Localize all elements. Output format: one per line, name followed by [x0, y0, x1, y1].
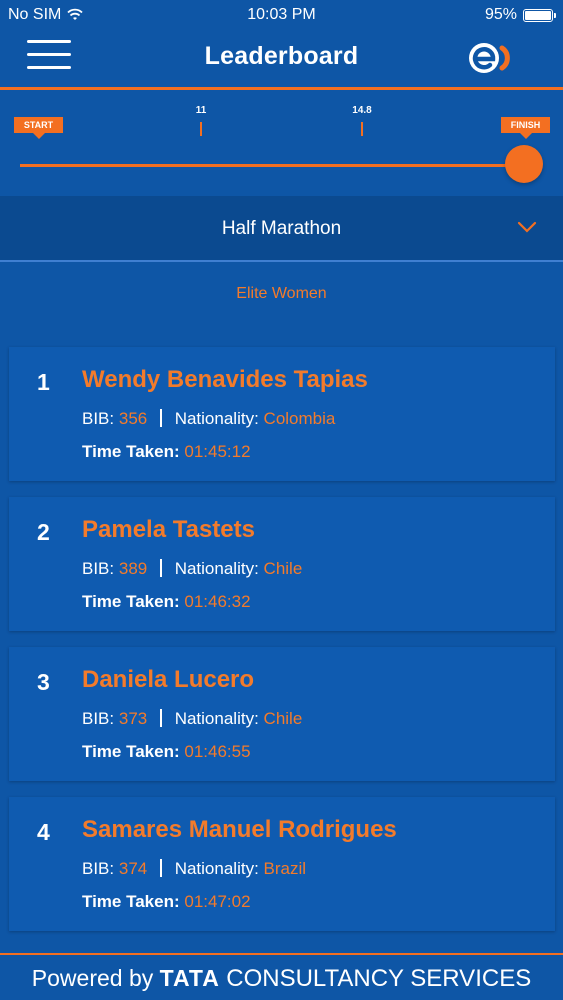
- result-rank: 3: [37, 669, 50, 695]
- bib-nationality-row: BIB: 389 Nationality: Chile: [82, 559, 302, 579]
- finish-tag: FINISH: [501, 117, 550, 139]
- runner-name: Pamela Tastets: [82, 516, 255, 543]
- bib-label: BIB:: [82, 409, 115, 428]
- time-taken-label: Time Taken:: [82, 592, 180, 611]
- status-time: 10:03 PM: [247, 6, 316, 23]
- start-tag: START: [14, 117, 63, 139]
- separator: [159, 409, 162, 427]
- tata-brand: TATA: [159, 965, 220, 991]
- distance-marker: 14.8: [342, 105, 382, 136]
- entel-logo-icon: [469, 43, 510, 73]
- time-row: Time Taken: 01:45:12: [82, 442, 251, 462]
- bib-value: 373: [118, 709, 148, 728]
- bib-label: BIB:: [82, 859, 115, 878]
- battery-percent: 95%: [484, 6, 517, 23]
- separator: [159, 859, 162, 877]
- footer: Powered by TATA CONSULTANCY SERVICES: [0, 957, 563, 1000]
- nav-bar: Leaderboard: [0, 30, 563, 86]
- bib-label: BIB:: [82, 709, 115, 728]
- marker-tick: [200, 122, 202, 136]
- bib-value: 356: [118, 409, 148, 428]
- result-card[interactable]: 3 Daniela Lucero BIB: 373 Nationality: C…: [9, 647, 555, 781]
- result-card[interactable]: 4 Samares Manuel Rodrigues BIB: 374 Nati…: [9, 797, 555, 931]
- time-taken-label: Time Taken:: [82, 892, 180, 911]
- time-taken-value: 01:45:12: [184, 442, 251, 461]
- bib-nationality-row: BIB: 374 Nationality: Brazil: [82, 859, 306, 879]
- nationality-value: Chile: [263, 709, 303, 728]
- distance-marker-label: 14.8: [352, 105, 372, 116]
- chevron-down-icon: [517, 221, 537, 233]
- result-rank: 4: [37, 819, 50, 845]
- result-rank: 2: [37, 519, 50, 545]
- distance-marker-label: 11: [195, 105, 207, 116]
- result-card[interactable]: 2 Pamela Tastets BIB: 389 Nationality: C…: [9, 497, 555, 631]
- selector-divider: [0, 260, 563, 262]
- separator: [159, 559, 162, 577]
- result-card[interactable]: 1 Wendy Benavides Tapias BIB: 356 Nation…: [9, 347, 555, 481]
- bib-value: 389: [118, 559, 148, 578]
- time-taken-value: 01:47:02: [184, 892, 251, 911]
- nationality-value: Brazil: [263, 859, 307, 878]
- status-bar: No SIM 10:03 PM 95%: [0, 0, 563, 30]
- bib-label: BIB:: [82, 559, 115, 578]
- time-row: Time Taken: 01:47:02: [82, 892, 251, 912]
- nationality-value: Chile: [263, 559, 303, 578]
- time-taken-value: 01:46:55: [184, 742, 251, 761]
- nationality-label: Nationality:: [174, 409, 259, 428]
- nationality-label: Nationality:: [174, 859, 259, 878]
- race-dropdown[interactable]: Half Marathon: [0, 196, 563, 260]
- company-name: CONSULTANCY SERVICES: [226, 965, 532, 992]
- marker-tick: [361, 122, 363, 136]
- time-taken-label: Time Taken:: [82, 442, 180, 461]
- race-progress: START 11 14.8 FINISH: [0, 90, 563, 196]
- bib-nationality-row: BIB: 373 Nationality: Chile: [82, 709, 302, 729]
- runner-name: Samares Manuel Rodrigues: [82, 816, 397, 843]
- time-taken-label: Time Taken:: [82, 742, 180, 761]
- nationality-label: Nationality:: [174, 709, 259, 728]
- runner-name: Daniela Lucero: [82, 666, 255, 693]
- time-row: Time Taken: 01:46:32: [82, 592, 251, 612]
- footer-divider: [0, 953, 563, 955]
- bib-nationality-row: BIB: 356 Nationality: Colombia: [82, 409, 335, 429]
- separator: [159, 709, 162, 727]
- result-rank: 1: [37, 369, 50, 395]
- results-list: 1 Wendy Benavides Tapias BIB: 356 Nation…: [9, 347, 555, 947]
- progress-track: [20, 164, 526, 167]
- status-right: 95%: [484, 6, 556, 24]
- category-label: Elite Women: [236, 285, 327, 302]
- powered-by-label: Powered by: [31, 965, 154, 991]
- distance-marker: 11: [181, 105, 221, 136]
- race-dropdown-value: Half Marathon: [221, 218, 342, 239]
- runner-name: Wendy Benavides Tapias: [82, 366, 368, 393]
- time-taken-value: 01:46:32: [184, 592, 251, 611]
- time-row: Time Taken: 01:46:55: [82, 742, 251, 762]
- nationality-value: Colombia: [263, 409, 336, 428]
- progress-slider-handle[interactable]: [505, 145, 543, 183]
- battery-icon: [523, 8, 556, 22]
- nationality-label: Nationality:: [174, 559, 259, 578]
- bib-value: 374: [118, 859, 148, 878]
